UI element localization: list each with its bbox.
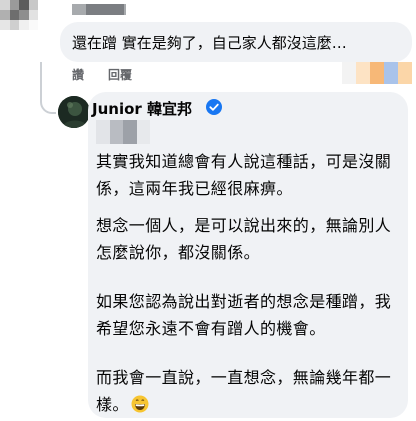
reply-paragraph-4: 而我會一直說，一直想念，無論幾年都一樣。 — [96, 364, 396, 418]
reply-author-name[interactable]: Junior 韓宜邦 — [92, 98, 192, 119]
mention-tag-redacted — [96, 120, 150, 144]
reply-paragraph-1: 其實我知道總會有人說這種話，可是沒關係，這兩年我已經很麻痹。 — [96, 152, 392, 198]
reaction-summary-redacted[interactable] — [328, 62, 412, 84]
reply-author-avatar[interactable] — [58, 96, 90, 128]
comment-text: 還在蹭 實在是夠了，自己家人都沒這麼… — [72, 34, 347, 52]
reply-paragraph-3: 如果您認為說出對逝者的想念是種蹭，我希望您永遠不會有蹭人的機會。 — [96, 292, 392, 338]
like-link[interactable]: 讚 — [72, 68, 84, 82]
commenter-avatar[interactable] — [0, 0, 38, 30]
thread-connector — [40, 62, 56, 114]
comment-actions: 讚 回覆 — [72, 66, 156, 83]
grinning-face-emoji-icon — [131, 394, 149, 413]
reply-paragraph-2: 想念一個人，是可以說出來的，無論別人怎麼說你，都沒關係。 — [96, 216, 392, 262]
commenter-name-redacted-block — [86, 4, 124, 15]
verified-badge-icon — [206, 99, 222, 115]
reply-link[interactable]: 回覆 — [108, 68, 132, 82]
